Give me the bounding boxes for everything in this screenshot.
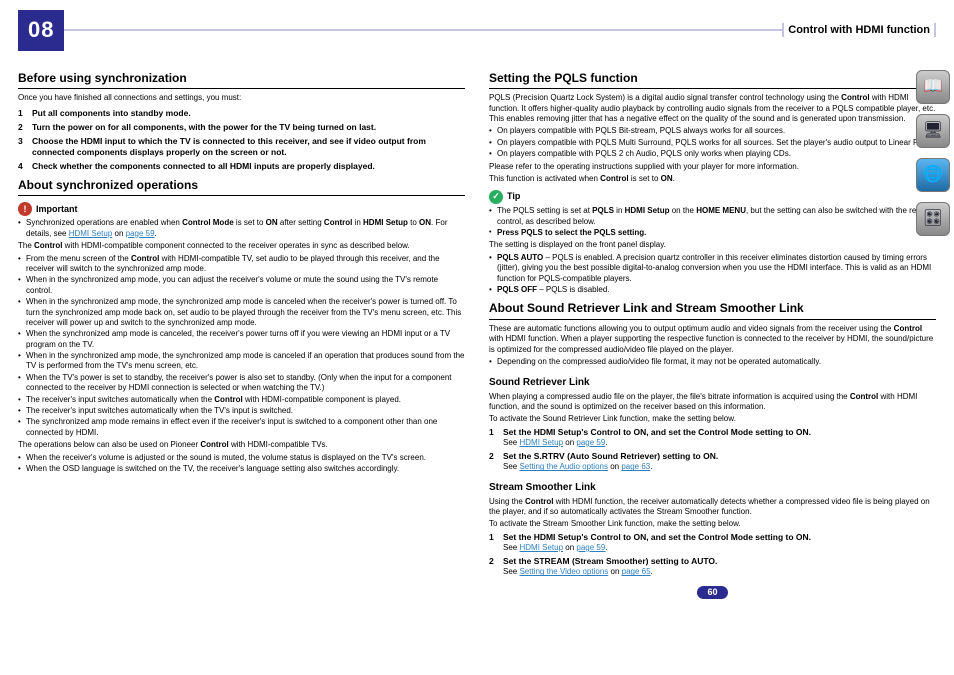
list-item: When the synchronized amp mode is cancel… — [18, 329, 465, 350]
link-page-59[interactable]: page 59 — [576, 543, 605, 552]
link-video-options[interactable]: Setting the Video options — [519, 567, 608, 576]
pqls-options: PQLS AUTO – PQLS is enabled. A precision… — [489, 253, 936, 296]
sync-bullets: From the menu screen of the Control with… — [18, 254, 465, 439]
pqls-step: Press PQLS to select the PQLS setting. — [489, 228, 936, 238]
before-sync-steps: 1Put all components into standby mode. 2… — [18, 108, 465, 172]
remote-icon[interactable]: 🎛 — [916, 202, 950, 236]
link-page-65[interactable]: page 65 — [622, 567, 651, 576]
heading-sr-ss: About Sound Retriever Link and Stream Sm… — [489, 301, 936, 320]
list-item: When in the synchronized amp mode, the s… — [18, 351, 465, 372]
section-title: Control with HDMI function — [782, 23, 936, 37]
heading-stream-smoother: Stream Smoother Link — [489, 481, 936, 494]
list-item: On players compatible with PQLS Bit-stre… — [489, 126, 936, 136]
tip-row: ✓ Tip — [489, 190, 936, 204]
list-item: When the OSD language is switched on the… — [18, 464, 465, 474]
step-3: 3Choose the HDMI input to which the TV i… — [18, 136, 465, 158]
link-page-59[interactable]: page 59 — [126, 229, 155, 238]
list-item: The receiver's input switches automatica… — [18, 395, 465, 405]
paragraph: To activate the Stream Smoother Link fun… — [489, 519, 936, 529]
paragraph: Please refer to the operating instructio… — [489, 162, 936, 172]
paragraph: PQLS (Precision Quartz Lock System) is a… — [489, 93, 936, 124]
list-item: When in the synchronized amp mode, you c… — [18, 275, 465, 296]
tip-label: Tip — [507, 191, 520, 203]
device-icon[interactable]: 🖥 — [916, 114, 950, 148]
left-column: Before using synchronization Once you ha… — [18, 65, 465, 600]
important-icon: ! — [18, 202, 32, 216]
paragraph: The operations below can also be used on… — [18, 440, 465, 450]
right-column: Setting the PQLS function PQLS (Precisio… — [489, 65, 936, 600]
paragraph: This function is activated when Control … — [489, 174, 936, 184]
tip-bullets: The PQLS setting is set at PQLS in HDMI … — [489, 206, 936, 227]
sr-steps: 1Set the HDMI Setup's Control to ON, and… — [489, 427, 936, 473]
important-label: Important — [36, 204, 78, 216]
intro-text: Once you have finished all connections a… — [18, 93, 465, 103]
step-1: 1Set the HDMI Setup's Control to ON, and… — [489, 427, 936, 448]
list-item: The synchronized amp mode remains in eff… — [18, 417, 465, 438]
step-1: 1Set the HDMI Setup's Control to ON, and… — [489, 532, 936, 553]
list-item: On players compatible with PQLS Multi Su… — [489, 138, 936, 148]
ss-steps: 1Set the HDMI Setup's Control to ON, and… — [489, 532, 936, 578]
footer: 60 — [489, 586, 936, 600]
paragraph: When playing a compressed audio file on … — [489, 392, 936, 413]
paragraph: These are automatic functions allowing y… — [489, 324, 936, 355]
side-toolbar: 📖 🖥 🌐 🎛 — [916, 70, 950, 236]
link-audio-options[interactable]: Setting the Audio options — [519, 462, 608, 471]
link-page-59[interactable]: page 59 — [576, 438, 605, 447]
pioneer-bullets: When the receiver's volume is adjusted o… — [18, 453, 465, 475]
list-item: PQLS AUTO – PQLS is enabled. A precision… — [489, 253, 936, 284]
globe-icon[interactable]: 🌐 — [916, 158, 950, 192]
chapter-number: 08 — [18, 10, 64, 51]
sr-ss-bullets: Depending on the compressed audio/video … — [489, 357, 936, 367]
heading-sync-ops: About synchronized operations — [18, 178, 465, 197]
heading-before-sync: Before using synchronization — [18, 71, 465, 90]
paragraph: To activate the Sound Retriever Link fun… — [489, 414, 936, 424]
paragraph: The setting is displayed on the front pa… — [489, 240, 936, 250]
list-item: When in the synchronized amp mode, the s… — [18, 297, 465, 328]
step-2: 2Set the STREAM (Stream Smoother) settin… — [489, 556, 936, 577]
heading-sound-retriever: Sound Retriever Link — [489, 376, 936, 389]
list-item: Press PQLS to select the PQLS setting. — [489, 228, 936, 238]
tip-icon: ✓ — [489, 190, 503, 204]
list-item: The PQLS setting is set at PQLS in HDMI … — [489, 206, 936, 227]
pqls-compat-bullets: On players compatible with PQLS Bit-stre… — [489, 126, 936, 159]
link-hdmi-setup[interactable]: HDMI Setup — [519, 438, 563, 447]
link-hdmi-setup[interactable]: HDMI Setup — [519, 543, 563, 552]
paragraph: The Control with HDMI-compatible compone… — [18, 241, 465, 251]
step-1: 1Put all components into standby mode. — [18, 108, 465, 119]
book-icon[interactable]: 📖 — [916, 70, 950, 104]
heading-pqls: Setting the PQLS function — [489, 71, 936, 90]
step-4: 4Check whether the components connected … — [18, 161, 465, 172]
header-bar: 08 Control with HDMI function — [18, 10, 936, 51]
important-row: ! Important — [18, 202, 465, 216]
list-item: When the TV's power is set to standby, t… — [18, 373, 465, 394]
step-2: 2Set the S.RTRV (Auto Sound Retriever) s… — [489, 451, 936, 472]
list-item: When the receiver's volume is adjusted o… — [18, 453, 465, 463]
important-bullets: Synchronized operations are enabled when… — [18, 218, 465, 239]
page-number: 60 — [697, 586, 727, 600]
link-page-63[interactable]: page 63 — [621, 462, 650, 471]
list-item: From the menu screen of the Control with… — [18, 254, 465, 275]
step-2: 2Turn the power on for all components, w… — [18, 122, 465, 133]
list-item: Depending on the compressed audio/video … — [489, 357, 936, 367]
list-item: Synchronized operations are enabled when… — [18, 218, 465, 239]
list-item: The receiver's input switches automatica… — [18, 406, 465, 416]
list-item: On players compatible with PQLS 2 ch Aud… — [489, 149, 936, 159]
paragraph: Using the Control with HDMI function, th… — [489, 497, 936, 518]
link-hdmi-setup[interactable]: HDMI Setup — [69, 229, 113, 238]
list-item: PQLS OFF – PQLS is disabled. — [489, 285, 936, 295]
header-rule — [64, 29, 782, 31]
